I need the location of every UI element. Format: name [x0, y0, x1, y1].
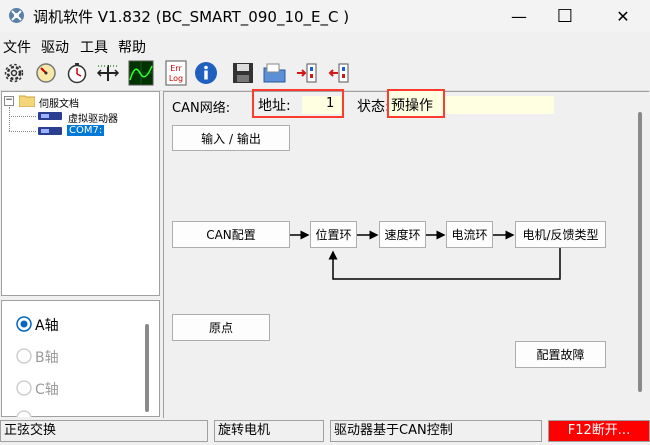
com-port-icon	[38, 126, 62, 136]
timer-icon[interactable]	[65, 60, 89, 86]
tree-item-virtual-driver[interactable]: 虚拟驱动器	[68, 110, 118, 125]
error-log-icon[interactable]: Err Log	[163, 60, 189, 86]
can-config-button[interactable]: CAN配置	[172, 221, 290, 248]
tree-root-label[interactable]: 伺服文档	[39, 95, 79, 110]
motor-feedback-button[interactable]: 电机/反馈类型	[515, 221, 606, 248]
gauge-icon[interactable]	[34, 60, 58, 86]
tree-collapse-toggle[interactable]: −	[4, 96, 14, 106]
app-icon	[8, 7, 25, 24]
tree-item-com7[interactable]: COM7:	[67, 125, 105, 136]
address-label: 地址:	[258, 98, 291, 114]
io-button[interactable]: 输入 / 输出	[172, 125, 290, 151]
gear-icon[interactable]	[2, 60, 26, 86]
axis-b-label[interactable]: B轴	[35, 347, 59, 367]
maximize-button[interactable]: ☐	[542, 0, 588, 32]
status-control: 驱动器基于CAN控制	[330, 420, 542, 442]
feedback-loop-arrow	[325, 248, 565, 282]
menu-help[interactable]: 帮助	[118, 37, 146, 57]
axis-a-label[interactable]: A轴	[35, 315, 59, 335]
status-value: 预操作	[391, 98, 433, 114]
status-comm: 正弦交换	[0, 420, 208, 442]
menu-driver[interactable]: 驱动	[41, 37, 69, 57]
menu-tools[interactable]: 工具	[80, 37, 108, 57]
window-title: 调机软件 V1.832 (BC_SMART_090_10_E_C )	[33, 8, 350, 26]
origin-button[interactable]: 原点	[172, 314, 270, 341]
menu-file[interactable]: 文件	[3, 37, 31, 57]
fault-config-button[interactable]: 配置故障	[515, 341, 606, 368]
folder-icon	[19, 94, 35, 107]
radio-b-axis[interactable]	[16, 348, 32, 364]
info-icon[interactable]	[194, 60, 218, 86]
main-scrollbar[interactable]	[638, 112, 642, 392]
radio-a-axis[interactable]	[16, 316, 32, 332]
tree-line	[9, 131, 36, 133]
status-motor: 旋转电机	[214, 420, 324, 442]
status-field	[444, 96, 554, 114]
status-label: 状态:	[357, 99, 390, 115]
save-icon[interactable]	[231, 60, 255, 86]
can-network-label: CAN网络:	[172, 101, 231, 116]
download-icon[interactable]	[295, 60, 319, 86]
minimize-button[interactable]: —	[496, 0, 542, 32]
axis-scrollbar[interactable]	[145, 324, 149, 412]
oscilloscope-icon[interactable]	[127, 60, 155, 86]
status-f12-disconnect[interactable]: F12断开...	[548, 420, 650, 442]
upload-icon[interactable]	[327, 60, 351, 86]
tree-line	[9, 116, 36, 118]
address-value[interactable]: 1	[326, 96, 334, 111]
crosshair-icon[interactable]	[96, 60, 120, 86]
axis-c-label[interactable]: C轴	[35, 379, 59, 399]
open-folder-icon[interactable]	[263, 60, 287, 86]
radio-c-axis[interactable]	[16, 380, 32, 396]
err-label: Err	[170, 64, 182, 73]
close-button[interactable]: ✕	[600, 0, 646, 32]
log-label: Log	[169, 74, 183, 83]
tree-line	[9, 107, 11, 131]
radio-partial	[16, 410, 32, 417]
virtual-drive-icon	[38, 111, 62, 121]
